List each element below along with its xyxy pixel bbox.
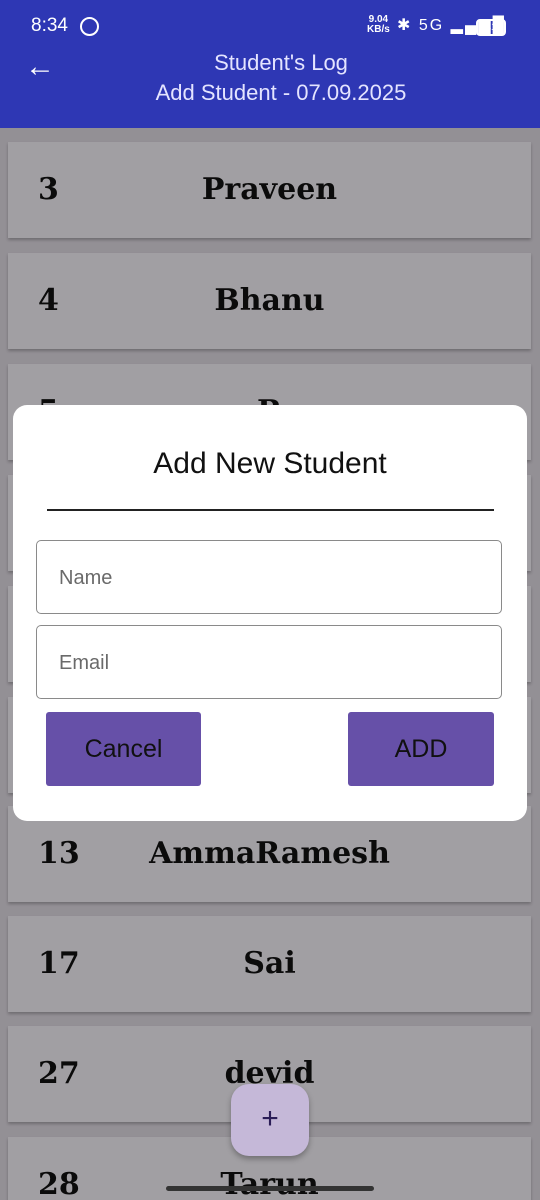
- bluetooth-icon: ✱: [397, 17, 413, 34]
- email-field[interactable]: [36, 625, 502, 700]
- whatsapp-icon: [80, 17, 99, 36]
- app-bar: ← Student's Log Add Student - 07.09.2025: [0, 50, 540, 128]
- network-speed: 9.04 KB/s: [367, 15, 390, 35]
- battery-icon: 41: [476, 19, 506, 36]
- app-subtitle: Add Student - 07.09.2025: [155, 80, 407, 105]
- home-indicator[interactable]: [166, 1186, 374, 1191]
- app-title: Student's Log: [214, 50, 348, 75]
- status-time: 8:34: [31, 15, 68, 36]
- network-speed-unit: KB/s: [367, 24, 390, 35]
- add-student-fab[interactable]: +: [231, 1084, 309, 1156]
- name-input[interactable]: [57, 541, 481, 615]
- dialog-title: Add New Student: [153, 447, 387, 480]
- add-student-dialog: Add New Student Cancel ADD: [13, 405, 527, 821]
- status-bar: 8:34 9.04 KB/s ✱ 5G ▂▄▆█ 41: [0, 0, 540, 50]
- network-type: 5G: [418, 17, 445, 34]
- dialog-divider: [47, 509, 494, 511]
- email-input[interactable]: [57, 626, 481, 700]
- add-button[interactable]: ADD: [348, 712, 494, 786]
- name-field[interactable]: [36, 540, 502, 615]
- cancel-button[interactable]: Cancel: [46, 712, 201, 786]
